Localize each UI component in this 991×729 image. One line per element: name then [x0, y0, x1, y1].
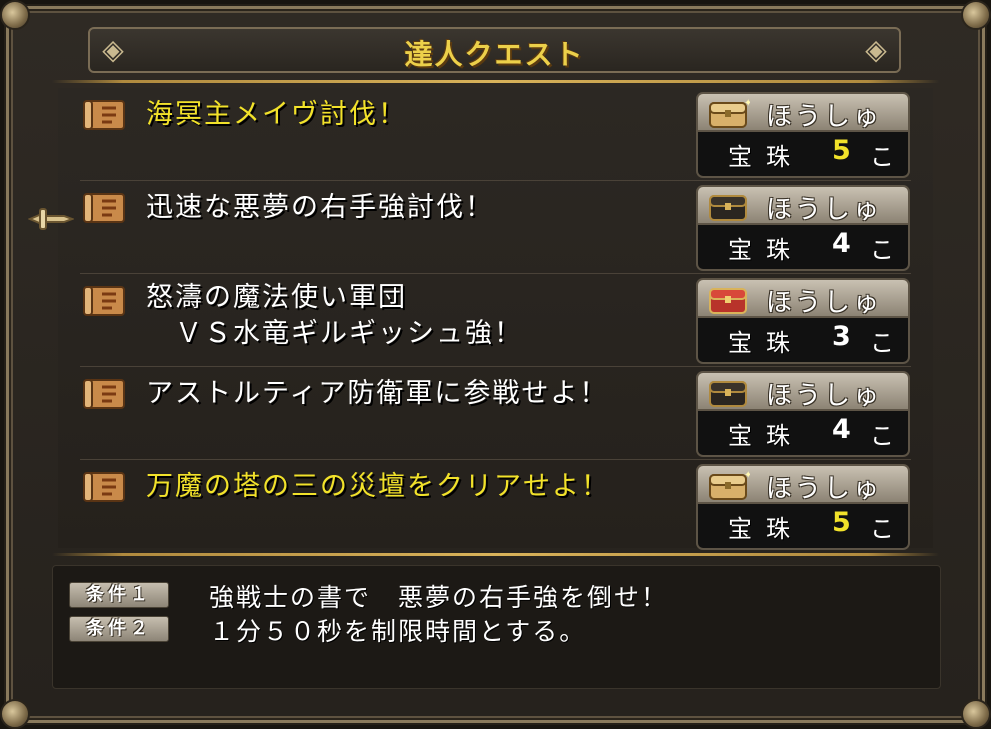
reward-item: 宝珠	[728, 422, 804, 450]
quest-row[interactable]: 万魔の塔の三の災壇をクリアせよ！ ✦ ほうしゅう 宝珠 5 こ	[58, 460, 933, 550]
selection-cursor-icon	[28, 208, 74, 230]
quest-title: 海冥主メイヴ討伐！	[146, 99, 407, 130]
quest-title: 万魔の塔の三の災壇をクリアせよ！	[146, 471, 610, 502]
quest-scroll-icon	[83, 286, 125, 316]
top-divider	[52, 80, 939, 83]
gold-chest-icon: ✦	[709, 98, 750, 128]
reward-header: ✦ ほうしゅう	[696, 92, 910, 169]
quest-row[interactable]: アストルティア防衛軍に参戦せよ！ ほうしゅう 宝珠 4 こ	[58, 367, 933, 459]
condition-text: 強戦士の書で 悪夢の右手強を倒せ！	[209, 583, 669, 612]
reward-box: ほうしゅう 宝珠 4 こ	[696, 371, 910, 461]
reward-detail: 宝珠 4 こ	[696, 225, 910, 271]
gold-chest-icon: ✦	[709, 470, 750, 500]
black-chest-icon	[709, 381, 747, 407]
reward-box: ほうしゅう 宝珠 3 こ	[696, 278, 910, 368]
reward-unit: こ	[870, 515, 894, 543]
condition-row: 条件２ １分５０秒を制限時間とする。	[69, 614, 919, 646]
reward-box: ✦ ほうしゅう 宝珠 5 こ	[696, 464, 910, 554]
reward-detail: 宝珠 5 こ	[696, 504, 910, 550]
reward-unit: こ	[870, 236, 894, 264]
reward-count: 5	[832, 507, 851, 538]
reward-box: ✦ ほうしゅう 宝珠 5 こ	[696, 92, 910, 182]
reward-count: 4	[832, 228, 851, 259]
reward-unit: こ	[870, 143, 894, 171]
reward-count: 3	[832, 321, 851, 352]
reward-header: ✦ ほうしゅう	[696, 464, 910, 541]
reward-count: 4	[832, 414, 851, 445]
title-bar: ◈ 達人クエスト ◈	[88, 27, 901, 73]
reward-detail: 宝珠 5 こ	[696, 132, 910, 178]
quest-title: 怒濤の魔法使い軍団 ＶＳ水竜ギルギッシュ強！	[146, 282, 523, 349]
quest-scroll-icon	[83, 379, 125, 409]
quest-scroll-icon	[83, 100, 125, 130]
condition-row: 条件１ 強戦士の書で 悪夢の右手強を倒せ！	[69, 580, 919, 612]
bottom-divider	[52, 553, 939, 556]
title-right-ornament-icon: ◈	[865, 33, 887, 66]
reward-detail: 宝珠 4 こ	[696, 411, 910, 457]
svg-text:✦: ✦	[744, 98, 750, 109]
reward-item: 宝珠	[728, 515, 804, 543]
frame-corner-ornament	[0, 0, 30, 30]
reward-unit: こ	[870, 422, 894, 450]
reward-item: 宝珠	[728, 329, 804, 357]
quest-title: アストルティア防衛軍に参戦せよ！	[146, 378, 609, 409]
quest-row[interactable]: 海冥主メイヴ討伐！ ✦ ほうしゅう 宝珠 5 こ	[58, 88, 933, 180]
frame-corner-ornament	[961, 699, 991, 729]
condition-badge: 条件２	[69, 616, 169, 642]
condition-badge: 条件１	[69, 582, 169, 608]
reward-count: 5	[832, 135, 851, 166]
quest-title: 迅速な悪夢の右手強討伐！	[146, 192, 494, 223]
frame-corner-ornament	[0, 699, 30, 729]
red-chest-icon	[709, 288, 747, 314]
reward-header: ほうしゅう	[696, 278, 910, 355]
quest-list: 海冥主メイヴ討伐！ ✦ ほうしゅう 宝珠 5 こ	[58, 88, 933, 550]
black-chest-icon	[709, 195, 747, 221]
quest-scroll-icon	[83, 472, 125, 502]
reward-unit: こ	[870, 329, 894, 357]
quest-scroll-icon	[83, 193, 125, 223]
quest-row[interactable]: 迅速な悪夢の右手強討伐！ ほうしゅう 宝珠 4 こ	[58, 181, 933, 273]
conditions-panel: 条件１ 強戦士の書で 悪夢の右手強を倒せ！ 条件２ １分５０秒を制限時間とする。	[52, 565, 941, 689]
reward-item: 宝珠	[728, 236, 804, 264]
reward-header: ほうしゅう	[696, 185, 910, 262]
window-title: 達人クエスト	[404, 38, 585, 71]
reward-header: ほうしゅう	[696, 371, 910, 448]
svg-text:✦: ✦	[744, 470, 750, 481]
reward-item: 宝珠	[728, 143, 804, 171]
reward-box: ほうしゅう 宝珠 4 こ	[696, 185, 910, 275]
quest-row[interactable]: 怒濤の魔法使い軍団 ＶＳ水竜ギルギッシュ強！ ほうしゅう 宝珠 3 こ	[58, 274, 933, 366]
frame-corner-ornament	[961, 0, 991, 30]
reward-detail: 宝珠 3 こ	[696, 318, 910, 364]
condition-text: １分５０秒を制限時間とする。	[209, 617, 587, 646]
